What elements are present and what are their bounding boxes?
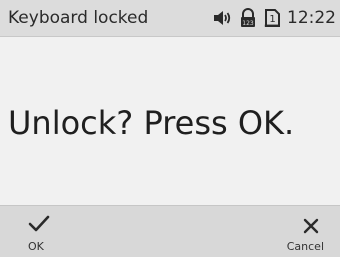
clock-time: 12:22 bbox=[287, 8, 336, 28]
unlock-message: Unlock? Press OK. bbox=[8, 104, 295, 142]
softkey-bar: OK Cancel bbox=[0, 205, 340, 257]
volume-icon bbox=[213, 9, 233, 27]
ok-softkey[interactable]: OK bbox=[10, 206, 70, 257]
lock-screen: Keyboard locked 123 1 12:22 Unlock? Pres… bbox=[0, 0, 340, 257]
status-icons: 123 1 12:22 bbox=[213, 8, 336, 28]
ok-label: OK bbox=[28, 240, 44, 253]
close-icon bbox=[302, 217, 320, 239]
lock-small-text: 123 bbox=[242, 20, 254, 27]
sim-number: 1 bbox=[269, 14, 275, 25]
check-icon bbox=[28, 215, 50, 237]
status-bar: Keyboard locked 123 1 12:22 bbox=[0, 0, 340, 37]
keypad-lock-icon: 123 bbox=[239, 8, 257, 28]
cancel-softkey[interactable]: Cancel bbox=[272, 206, 332, 257]
cancel-label: Cancel bbox=[286, 240, 324, 253]
sim-1-icon: 1 bbox=[263, 8, 281, 28]
status-title: Keyboard locked bbox=[8, 8, 149, 28]
